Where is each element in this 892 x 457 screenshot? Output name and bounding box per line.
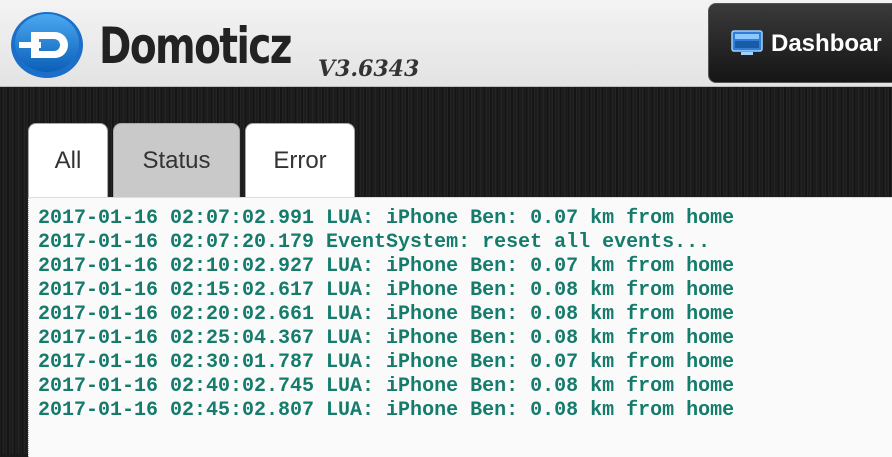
tab-all[interactable]: All xyxy=(28,123,108,197)
log-line: 2017-01-16 02:07:20.179 EventSystem: res… xyxy=(38,231,711,254)
log-line: 2017-01-16 02:30:01.787 LUA: iPhone Ben:… xyxy=(38,351,735,374)
log-list: 2017-01-16 02:07:02.991 LUA: iPhone Ben:… xyxy=(38,207,734,423)
log-line: 2017-01-16 02:45:02.807 LUA: iPhone Ben:… xyxy=(38,399,735,422)
app-version: V3.6343 xyxy=(318,56,420,82)
log-line: 2017-01-16 02:07:02.991 LUA: iPhone Ben:… xyxy=(38,207,735,230)
tab-all-label: All xyxy=(54,146,82,174)
log-line: 2017-01-16 02:40:02.745 LUA: iPhone Ben:… xyxy=(38,375,735,398)
log-line: 2017-01-16 02:10:02.927 LUA: iPhone Ben:… xyxy=(38,255,735,278)
log-line: 2017-01-16 02:20:02.661 LUA: iPhone Ben:… xyxy=(38,303,735,326)
dashboard-monitor-icon xyxy=(731,30,763,55)
app-name: Domoticz xyxy=(99,17,293,75)
app-header: Domoticz V3.6343 Dashboar xyxy=(0,0,892,87)
tab-error[interactable]: Error xyxy=(245,123,355,197)
tab-status[interactable]: Status xyxy=(113,123,240,197)
domoticz-logo-icon xyxy=(11,12,83,78)
tab-status-label: Status xyxy=(142,146,211,174)
log-line: 2017-01-16 02:25:04.367 LUA: iPhone Ben:… xyxy=(38,327,735,350)
dashboard-button[interactable]: Dashboar xyxy=(708,3,892,83)
log-line: 2017-01-16 02:15:02.617 LUA: iPhone Ben:… xyxy=(38,279,735,302)
dashboard-button-label: Dashboar xyxy=(771,30,882,57)
tab-error-label: Error xyxy=(273,146,327,174)
log-panel[interactable]: 2017-01-16 02:07:02.991 LUA: iPhone Ben:… xyxy=(28,197,892,457)
